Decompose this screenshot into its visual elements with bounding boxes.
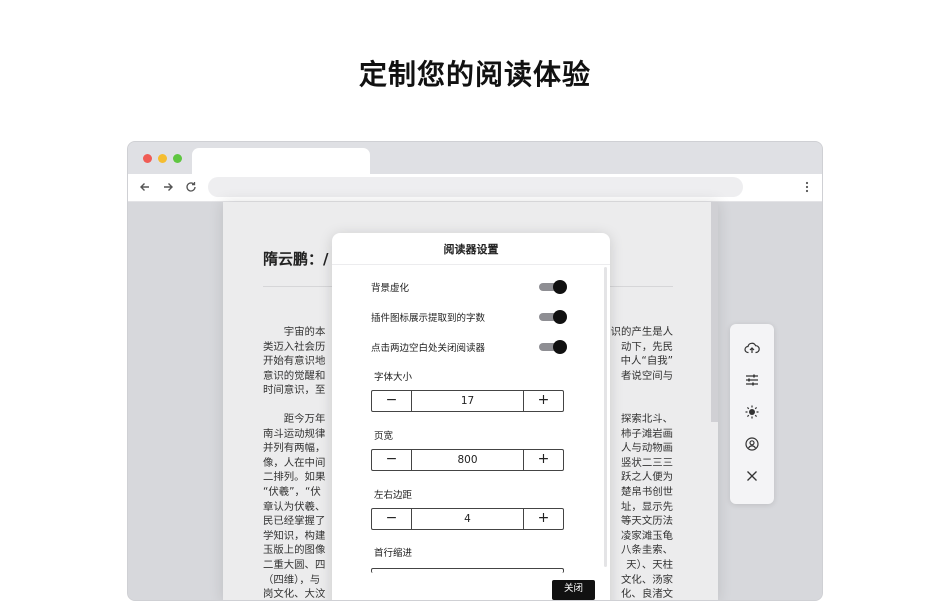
browser-tab[interactable] (192, 148, 370, 175)
sun-icon[interactable] (744, 404, 760, 420)
dialog-scrollbar[interactable] (604, 267, 607, 567)
page-width-value[interactable]: 800 (412, 450, 523, 470)
address-bar[interactable] (208, 177, 743, 197)
maximize-window-button[interactable] (173, 154, 182, 163)
toggle-label: 点击两边空白处关闭阅读器 (371, 343, 486, 354)
page-width-decrease-button[interactable]: − (372, 450, 412, 470)
icon-word-count-toggle[interactable] (539, 310, 567, 324)
page-headline: 定制您的阅读体验 (358, 58, 591, 91)
background-blur-toggle[interactable] (539, 280, 567, 294)
article-title: 隋云鹏：/ (263, 250, 329, 268)
reader-side-panel (730, 324, 774, 504)
reader-settings-dialog: 阅读器设置 背景虚化 插件图标展示提取到的字数 点击两边空白处关闭阅读器 字体大… (332, 233, 610, 600)
back-icon[interactable] (137, 179, 153, 195)
close-settings-button[interactable]: 关闭 (552, 580, 595, 600)
page-width-label: 页宽 (374, 431, 394, 442)
forward-icon[interactable] (160, 179, 176, 195)
toggle-label: 背景虚化 (371, 283, 410, 294)
font-size-decrease-button[interactable]: − (372, 391, 412, 411)
dialog-divider (332, 264, 610, 265)
page-width-increase-button[interactable]: + (523, 450, 563, 470)
margin-stepper: − 4 + (371, 508, 564, 530)
close-icon[interactable] (744, 468, 760, 484)
margin-increase-button[interactable]: + (523, 509, 563, 529)
page-scrollbar[interactable] (711, 202, 718, 422)
page-viewport: 隋云鹏：/ 宇宙的本 识的产生是人 类迈入社会历 动下，先民 开始有意识地 中人“自我… (128, 202, 822, 600)
toggle-label: 插件图标展示提取到的字数 (371, 313, 486, 324)
font-size-value[interactable]: 17 (412, 391, 523, 411)
reload-icon[interactable] (183, 179, 199, 195)
more-vertical-icon[interactable] (804, 179, 810, 195)
tab-bar (128, 142, 822, 175)
toggle-row-click-blank-close: 点击两边空白处关闭阅读器 (371, 338, 567, 356)
indent-stepper[interactable] (371, 568, 564, 573)
page-width-stepper: − 800 + (371, 449, 564, 471)
toggle-row-icon-word-count: 插件图标展示提取到的字数 (371, 308, 567, 326)
indent-label: 首行缩进 (374, 548, 413, 559)
margin-decrease-button[interactable]: − (372, 509, 412, 529)
minimize-window-button[interactable] (158, 154, 167, 163)
close-window-button[interactable] (143, 154, 152, 163)
browser-toolbar (128, 174, 822, 202)
font-size-label: 字体大小 (374, 372, 413, 383)
cloud-upload-icon[interactable] (744, 340, 760, 356)
margin-label: 左右边距 (374, 490, 413, 501)
dialog-title: 阅读器设置 (443, 243, 499, 256)
font-size-stepper: − 17 + (371, 390, 564, 412)
sliders-icon[interactable] (744, 372, 760, 388)
click-blank-close-toggle[interactable] (539, 340, 567, 354)
user-circle-icon[interactable] (744, 436, 760, 452)
font-size-increase-button[interactable]: + (523, 391, 563, 411)
toggle-row-background-blur: 背景虚化 (371, 278, 567, 296)
browser-window: 隋云鹏：/ 宇宙的本 识的产生是人 类迈入社会历 动下，先民 开始有意识地 中人“自我… (127, 141, 823, 601)
margin-value[interactable]: 4 (412, 509, 523, 529)
